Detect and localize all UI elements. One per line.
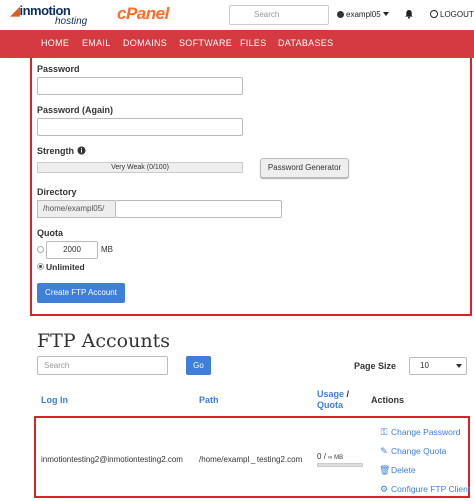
nav-software[interactable]: SOFTWARE (179, 38, 232, 48)
page-size-label: Page Size (354, 361, 397, 371)
password-again-input[interactable] (37, 118, 243, 136)
change-quota-link[interactable]: ✎ Change Quota (379, 446, 446, 457)
row-usage: 0 / ∞ MB (317, 452, 344, 461)
user-name: exampl05 (346, 10, 381, 19)
directory-label: Directory (37, 187, 77, 197)
nav-files[interactable]: FILES (240, 38, 267, 48)
caret-down-icon (382, 12, 389, 16)
ftp-accounts-heading: FTP Accounts (37, 330, 170, 352)
password-label: Password (37, 64, 80, 74)
page-size-select[interactable]: 10 (409, 357, 467, 375)
key-icon: ⚿ (380, 427, 388, 437)
quota-unit: MB (101, 245, 113, 254)
nav-email[interactable]: EMAIL (82, 38, 111, 48)
directory-input[interactable] (115, 200, 282, 218)
password-input[interactable] (37, 77, 243, 95)
cpanel-logo[interactable]: cPanel (117, 4, 169, 24)
info-icon[interactable] (77, 146, 86, 155)
quota-limited-radio[interactable] (37, 246, 44, 253)
column-actions: Actions (371, 395, 405, 405)
user-menu[interactable]: exampl05 (337, 10, 389, 19)
change-password-link[interactable]: ⚿ Change Password (379, 427, 461, 438)
trash-icon: 🗑 (379, 465, 391, 475)
pencil-icon: ✎ (380, 446, 388, 456)
quota-unlimited-radio[interactable] (37, 263, 44, 270)
strength-label: Strength (37, 146, 86, 156)
directory-prefix: /home/exampl05/ (37, 200, 115, 218)
nav-domains[interactable]: DOMAINS (123, 38, 167, 48)
configure-ftp-client-link[interactable]: ⚙ Configure FTP Client (379, 484, 470, 495)
user-icon (337, 11, 344, 18)
brand-subtitle: hosting (55, 16, 88, 27)
create-ftp-account-button[interactable]: Create FTP Account (37, 283, 125, 303)
nav-databases[interactable]: DATABASES (278, 38, 333, 48)
add-ftp-highlight-frame (30, 58, 472, 316)
password-again-label: Password (Again) (37, 105, 114, 115)
strength-meter: Very Weak (0/100) (37, 162, 243, 173)
swoosh-icon: ◢ (10, 3, 20, 18)
delete-link[interactable]: 🗑Delete (379, 465, 416, 476)
bell-icon[interactable] (404, 9, 414, 19)
column-usage-quota[interactable]: Usage / Quota (317, 389, 349, 411)
gear-icon: ⚙ (379, 484, 389, 494)
top-search-placeholder: Search (254, 10, 280, 19)
chevron-down-icon (456, 364, 462, 368)
quota-input[interactable]: 2000 (46, 241, 98, 259)
logout-label: LOGOUT (440, 10, 474, 19)
power-icon (430, 10, 438, 18)
go-button[interactable]: Go (186, 356, 211, 375)
row-path: /home/exampl _ testing2.com (199, 455, 303, 464)
inmotion-logo[interactable]: ◢inmotion hosting (10, 3, 100, 27)
usage-progress-bar (317, 463, 363, 467)
password-generator-button[interactable]: Password Generator (260, 158, 349, 178)
unlimited-label: Unlimited (46, 262, 85, 272)
main-nav: HOME EMAIL DOMAINS SOFTWARE FILES DATABA… (0, 30, 474, 58)
column-login[interactable]: Log In (41, 395, 68, 405)
logout-link[interactable]: LOGOUT (430, 10, 474, 19)
top-bar: ◢inmotion hosting cPanel Search exampl05… (0, 0, 474, 30)
top-search-input[interactable]: Search (229, 5, 329, 25)
nav-home[interactable]: HOME (41, 38, 69, 48)
quota-label: Quota (37, 228, 63, 238)
column-path[interactable]: Path (199, 395, 219, 405)
accounts-search-input[interactable]: Search (37, 356, 168, 375)
row-login: inmotiontesting2@inmotiontesting2.com (41, 455, 183, 464)
